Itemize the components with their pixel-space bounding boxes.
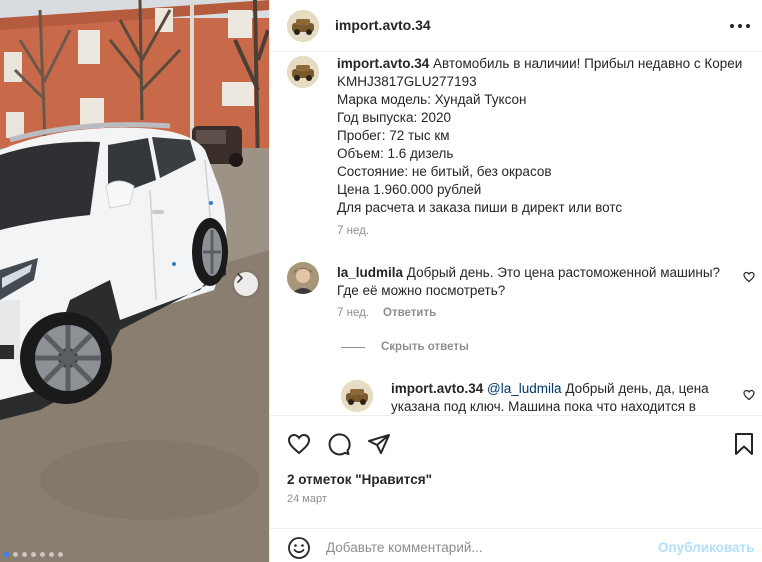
carousel-dot (13, 552, 18, 557)
caption-line: Автомобиль в наличии! Прибыл недавно с К… (433, 56, 743, 71)
caption-timestamp[interactable]: 7 нед. (337, 225, 369, 237)
publish-button[interactable]: Опубликовать (658, 540, 754, 555)
bookmark-icon[interactable] (733, 432, 755, 456)
post-caption: import.avto.34 Автомобиль в наличии! При… (337, 55, 757, 217)
reply-item: import.avto.34 @la_ludmila Добрый день, … (391, 380, 741, 415)
car-photo-image (0, 0, 269, 562)
caption-line: Марка модель: Хундай Туксон (337, 92, 527, 107)
like-heart-icon[interactable] (287, 432, 311, 456)
emoji-icon[interactable] (287, 536, 311, 560)
likes-count[interactable]: 2 отметок "Нравится" (287, 472, 432, 487)
carousel-dots (4, 552, 63, 557)
header-username[interactable]: import.avto.34 (335, 17, 431, 33)
caption-author-avatar[interactable] (287, 56, 319, 88)
comment-icon[interactable] (327, 432, 351, 456)
comment-username[interactable]: la_ludmila (337, 265, 403, 280)
reply-mention-link[interactable]: @la_ludmila (487, 381, 562, 396)
caption-line: Пробег: 72 тыс км (337, 128, 450, 143)
chevron-right-icon (237, 273, 243, 283)
caption-line: KMHJ3817GLU277193 (337, 74, 477, 89)
user-photo-avatar-image (287, 262, 319, 294)
more-options-button[interactable] (730, 17, 750, 35)
caption-line: Цена 1.960.000 рублей (337, 182, 482, 197)
post-photo[interactable] (0, 0, 269, 562)
comments-scroll-area[interactable]: import.avto.34 Автомобиль в наличии! При… (270, 53, 762, 415)
car-logo-avatar-image (287, 56, 319, 88)
carousel-next-button[interactable] (234, 272, 258, 296)
more-horizontal-icon (730, 24, 734, 28)
comment-meta: 7 нед. Ответить (337, 307, 436, 319)
carousel-dot (22, 552, 27, 557)
caption-line: Для расчета и заказа пиши в директ или в… (337, 200, 623, 215)
post-actions-bar (270, 415, 762, 470)
car-logo-avatar-image (287, 10, 319, 42)
carousel-dot (4, 552, 9, 557)
hide-replies-button[interactable]: Скрыть ответы (341, 341, 469, 353)
caption-username[interactable]: import.avto.34 (337, 56, 429, 71)
post-detail-pane: import.avto.34 import.avto.34 Автомобиль… (269, 0, 762, 562)
comment-input[interactable] (326, 537, 646, 557)
post-date: 24 март (287, 493, 327, 505)
author-avatar[interactable] (287, 10, 319, 42)
caption-line: Год выпуска: 2020 (337, 110, 452, 125)
commenter-avatar[interactable] (287, 262, 319, 294)
reply-button[interactable]: Ответить (383, 307, 436, 319)
car-logo-avatar-image (341, 380, 373, 412)
heart-icon[interactable] (743, 271, 755, 283)
carousel-dot (49, 552, 54, 557)
hide-replies-label: Скрыть ответы (381, 341, 469, 353)
reply-author-avatar[interactable] (341, 380, 373, 412)
carousel-dot (31, 552, 36, 557)
carousel-dot (40, 552, 45, 557)
send-icon[interactable] (367, 432, 391, 456)
caption-meta: 7 нед. (337, 225, 369, 237)
post-header: import.avto.34 (270, 0, 762, 52)
comment-timestamp[interactable]: 7 нед. (337, 307, 369, 319)
comment-item: la_ludmila Добрый день. Это цена растомо… (337, 264, 737, 300)
reply-username[interactable]: import.avto.34 (391, 381, 483, 396)
replies-divider (341, 346, 365, 348)
caption-line: Объем: 1.6 дизель (337, 146, 454, 161)
carousel-dot (58, 552, 63, 557)
caption-line: Состояние: не битый, без окрасов (337, 164, 552, 179)
add-comment-bar: Опубликовать (270, 528, 762, 562)
heart-icon[interactable] (743, 389, 755, 401)
